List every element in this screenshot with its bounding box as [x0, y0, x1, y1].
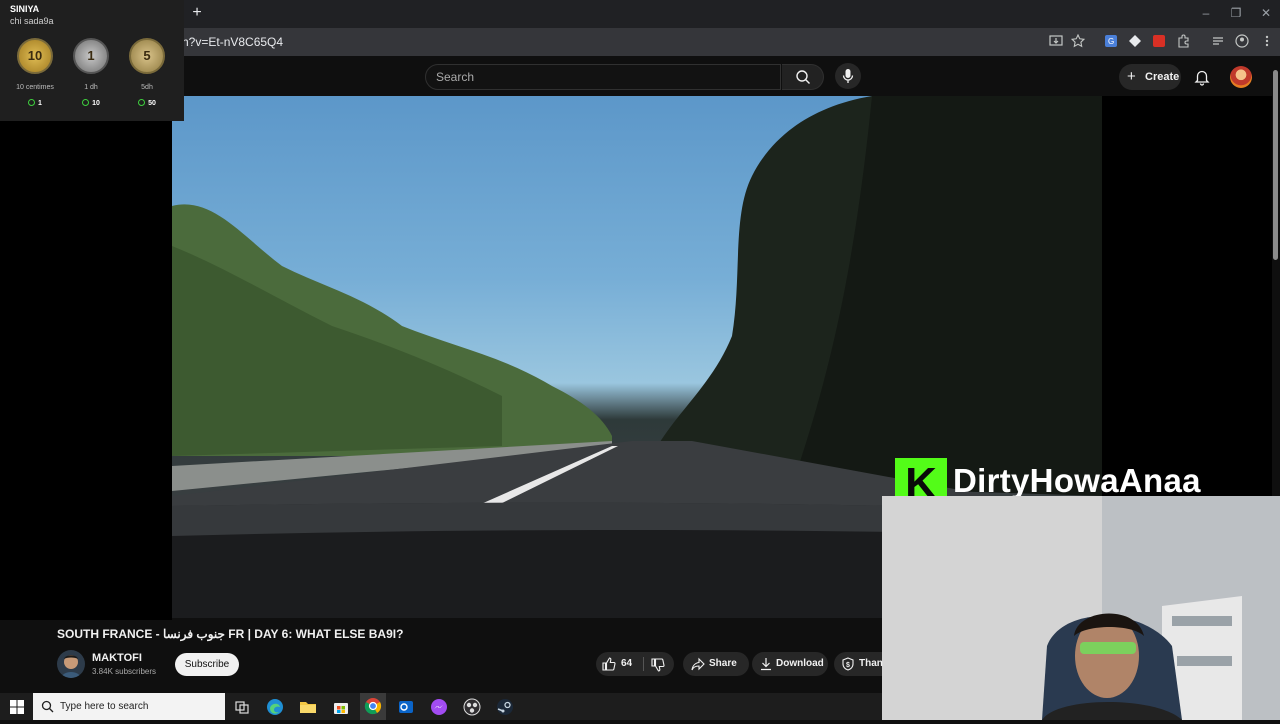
- extension-red-icon[interactable]: [1151, 34, 1167, 50]
- edge-browser-icon[interactable]: [266, 698, 284, 716]
- profile-icon[interactable]: [1234, 34, 1250, 50]
- right-pane: [1102, 96, 1272, 496]
- coin-count-icon: [82, 99, 90, 106]
- coin-count-icon: [28, 99, 36, 106]
- share-icon: [691, 657, 705, 681]
- notifications-button[interactable]: [1193, 68, 1211, 86]
- task-view-icon[interactable]: [233, 698, 251, 716]
- share-label: Share: [709, 658, 737, 669]
- obs-studio-icon[interactable]: [463, 698, 481, 716]
- webcam-image: [882, 496, 1280, 720]
- close-window-icon[interactable]: ✕: [1256, 5, 1276, 21]
- thumbs-down-icon[interactable]: [651, 658, 665, 682]
- extension-diamond-icon[interactable]: [1127, 34, 1143, 50]
- create-button[interactable]: + Create: [1119, 64, 1181, 90]
- like-dislike-group: 64: [596, 652, 674, 676]
- bookmark-star-icon[interactable]: [1070, 33, 1086, 50]
- download-label: Download: [776, 658, 824, 669]
- coin-count-value: 1: [38, 100, 42, 107]
- share-button[interactable]: Share: [683, 652, 749, 676]
- thumbs-up-icon[interactable]: [602, 657, 616, 681]
- svg-text:G: G: [1108, 37, 1114, 46]
- page-scrollbar[interactable]: [1273, 70, 1278, 260]
- like-divider: [643, 657, 644, 671]
- search-placeholder: Search: [436, 70, 475, 84]
- taskbar-search-placeholder: Type here to search: [60, 701, 149, 712]
- restore-icon[interactable]: ❐: [1226, 5, 1246, 21]
- coin-label: 1 dh: [84, 84, 98, 91]
- streamer-name: DirtyHowaAnaa: [953, 462, 1201, 499]
- coin-1-dh: 1: [73, 38, 109, 74]
- coin-label: 10 centimes: [16, 84, 54, 91]
- coin-count: 1: [10, 99, 60, 107]
- translate-extension-icon[interactable]: G: [1103, 34, 1119, 50]
- plus-icon: +: [1127, 68, 1136, 85]
- install-app-icon[interactable]: [1048, 34, 1064, 50]
- download-icon: [759, 657, 773, 681]
- extensions-puzzle-icon[interactable]: [1175, 34, 1191, 50]
- search-button[interactable]: [782, 64, 824, 90]
- video-title: SOUTH FRANCE - جنوب فرنسا FR | DAY 6: WH…: [57, 627, 404, 641]
- steam-icon[interactable]: [496, 698, 514, 716]
- channel-avatar[interactable]: [57, 650, 85, 678]
- subscribe-button[interactable]: Subscribe: [175, 653, 239, 676]
- new-tab-button[interactable]: +: [188, 4, 206, 22]
- coin-count-value: 50: [148, 100, 156, 107]
- address-bar[interactable]: h?v=Et-nV8C65Q4: [182, 32, 283, 52]
- search-icon: [796, 70, 810, 84]
- account-avatar[interactable]: [1230, 66, 1252, 88]
- chrome-taskbar-active[interactable]: [360, 693, 386, 720]
- bell-icon: [1194, 70, 1210, 86]
- taskbar-search-icon: [41, 700, 54, 713]
- coin-count-value: 10: [92, 100, 100, 107]
- create-label: Create: [1145, 71, 1180, 83]
- webcam-feed: [882, 496, 1280, 720]
- reading-list-icon[interactable]: [1210, 34, 1226, 50]
- thanks-icon: $: [841, 657, 855, 681]
- kebab-menu-icon[interactable]: [1259, 34, 1275, 50]
- coin-5-dh: 5: [129, 38, 165, 74]
- windows-start-icon[interactable]: [10, 700, 24, 714]
- microsoft-store-icon[interactable]: [332, 698, 350, 716]
- widget-title: SINIYA: [10, 4, 40, 14]
- svg-text:$: $: [846, 662, 850, 669]
- messenger-icon[interactable]: [430, 698, 448, 716]
- thanks-button[interactable]: $ Than: [834, 652, 883, 676]
- widget-subtitle: chi sada9a: [10, 16, 54, 26]
- voice-search-button[interactable]: [835, 63, 861, 89]
- download-button[interactable]: Download: [752, 652, 828, 676]
- outlook-icon[interactable]: [397, 698, 415, 716]
- channel-name[interactable]: MAKTOFI: [92, 652, 142, 664]
- coin-label: 5dh: [141, 84, 153, 91]
- coin-count: 10: [66, 99, 116, 107]
- minimize-icon[interactable]: –: [1196, 5, 1216, 21]
- thanks-label: Than: [859, 658, 883, 669]
- file-explorer-icon[interactable]: [299, 698, 317, 716]
- left-pane: [0, 96, 172, 620]
- microphone-icon: [842, 69, 854, 83]
- search-input[interactable]: [425, 64, 781, 90]
- subscriber-count: 3.84K subscribers: [92, 667, 157, 676]
- like-count: 64: [621, 658, 633, 669]
- coin-count-icon: [138, 99, 146, 106]
- coin-count: 50: [122, 99, 172, 107]
- coin-10-centimes: 10: [17, 38, 53, 74]
